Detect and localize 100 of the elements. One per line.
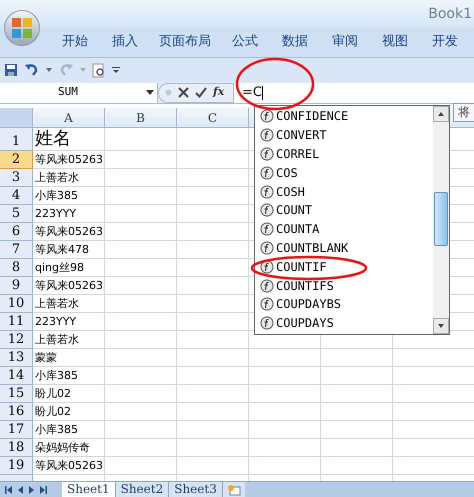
empty-cell <box>105 128 177 151</box>
scroll-up-icon[interactable] <box>433 106 449 122</box>
scroll-down-icon[interactable] <box>433 318 449 334</box>
row-header[interactable]: 11 <box>0 313 33 331</box>
ribbon-tab[interactable]: 插入 <box>100 32 150 57</box>
ribbon-tab[interactable]: 页面布局 <box>150 32 220 57</box>
table-cell: 姓名 <box>33 128 105 151</box>
row-header[interactable]: 18 <box>0 439 33 457</box>
table-cell: 223YYY <box>33 205 105 223</box>
function-list-item[interactable]: COUNTA <box>260 220 433 239</box>
last-sheet-icon[interactable] <box>40 486 47 494</box>
function-list-item[interactable]: COUNT <box>260 200 433 220</box>
empty-cell <box>249 439 321 457</box>
function-icon <box>260 316 274 330</box>
function-icon <box>260 222 274 236</box>
function-icon <box>260 278 274 293</box>
sheet-tab[interactable]: Sheet2 <box>116 482 170 497</box>
row-header[interactable]: 5 <box>0 205 33 223</box>
cancel-icon[interactable] <box>178 87 189 98</box>
row-header[interactable]: 7 <box>0 241 33 259</box>
function-icon <box>260 203 274 218</box>
function-icon <box>260 166 274 180</box>
column-header[interactable]: A <box>33 108 105 128</box>
table-cell: 上善若水 <box>33 169 105 187</box>
row-header[interactable]: 17 <box>0 421 33 439</box>
row-header[interactable]: 4 <box>0 187 33 205</box>
ribbon-tab[interactable]: 开发 <box>420 32 470 57</box>
function-list-item[interactable]: CONFIDENCE <box>260 107 433 126</box>
scrollbar[interactable] <box>433 106 449 334</box>
new-sheet-icon <box>226 484 241 496</box>
insert-function-button[interactable]: fx <box>213 84 224 101</box>
row-header[interactable]: 10 <box>0 295 33 313</box>
empty-cell <box>105 151 177 169</box>
function-list-item[interactable]: COUNTBLANK <box>260 238 433 258</box>
sheet-tab[interactable]: Sheet3 <box>169 482 223 497</box>
empty-cell <box>105 331 177 349</box>
table-cell: 等风来05263 <box>33 277 105 295</box>
save-icon[interactable] <box>4 63 18 77</box>
empty-cell <box>249 421 321 439</box>
function-icon <box>260 128 274 142</box>
row-header[interactable]: 2 <box>0 151 33 169</box>
row-header[interactable]: 14 <box>0 367 33 385</box>
print-preview-icon[interactable] <box>92 62 106 78</box>
function-icon <box>260 240 274 255</box>
row-header[interactable]: 15 <box>0 385 33 403</box>
function-list-item[interactable]: COUNTIF <box>260 257 433 276</box>
row-header[interactable]: 1 <box>0 128 33 151</box>
next-sheet-icon[interactable] <box>29 486 34 494</box>
enter-check-icon[interactable] <box>195 87 207 98</box>
empty-cell <box>321 439 393 457</box>
function-list-item[interactable]: COUPDAYS <box>260 314 433 333</box>
row-header[interactable]: 13 <box>0 349 33 367</box>
function-list-item[interactable]: COUPDAYBS <box>260 294 433 314</box>
empty-cell <box>105 241 177 259</box>
row-header[interactable]: 9 <box>0 277 33 295</box>
empty-cell <box>177 349 249 367</box>
ribbon-tab[interactable]: 公式 <box>220 32 270 57</box>
empty-cell <box>177 385 249 403</box>
window-title: Book1 <box>428 4 472 24</box>
row-header[interactable]: 16 <box>0 403 33 421</box>
empty-cell <box>177 331 249 349</box>
empty-cell <box>105 295 177 313</box>
empty-cell <box>105 403 177 421</box>
function-icon <box>260 146 274 161</box>
dropdown-icon[interactable] <box>146 90 154 95</box>
first-sheet-icon[interactable] <box>5 486 12 494</box>
ribbon-tab[interactable]: 数据 <box>270 32 320 57</box>
row-header[interactable]: 19 <box>0 457 33 475</box>
ribbon-tab[interactable]: 审阅 <box>320 32 370 57</box>
sheet-tab[interactable]: Sheet1 <box>62 482 116 497</box>
row-header[interactable]: 3 <box>0 169 33 187</box>
function-list-item[interactable]: COS <box>260 163 433 182</box>
insert-sheet-button[interactable] <box>222 482 245 497</box>
empty-cell <box>321 421 393 439</box>
column-header[interactable]: B <box>105 108 177 128</box>
column-header[interactable]: C <box>177 108 249 128</box>
function-list-item[interactable]: COUNTIFS <box>260 276 433 295</box>
formula-input[interactable]: =C <box>234 82 474 102</box>
ribbon-tab[interactable]: 视图 <box>370 32 420 57</box>
previous-sheet-icon[interactable] <box>18 486 23 494</box>
function-list-item[interactable]: COSH <box>260 182 433 201</box>
row-header[interactable]: 8 <box>0 259 33 277</box>
empty-cell <box>105 385 177 403</box>
status-dot-icon <box>165 89 172 96</box>
function-list-item[interactable]: CONVERT <box>260 126 433 145</box>
empty-cell <box>105 187 177 205</box>
table-cell: 小库385 <box>33 187 105 205</box>
undo-icon[interactable] <box>24 63 40 77</box>
name-box[interactable]: SUM <box>0 82 158 102</box>
scroll-thumb[interactable] <box>434 192 448 246</box>
empty-cell <box>105 259 177 277</box>
function-icon <box>260 109 274 124</box>
row-header[interactable]: 6 <box>0 223 33 241</box>
customize-arrow-icon[interactable] <box>112 66 120 74</box>
ribbon-tab[interactable]: 开始 <box>50 32 100 57</box>
table-cell: 等风来05263 <box>33 151 105 169</box>
row-header[interactable]: 12 <box>0 331 33 349</box>
function-list-item[interactable]: CORREL <box>260 144 433 164</box>
table-cell: 等风来478 <box>33 241 105 259</box>
table-cell: 蒙蒙 <box>33 349 105 367</box>
